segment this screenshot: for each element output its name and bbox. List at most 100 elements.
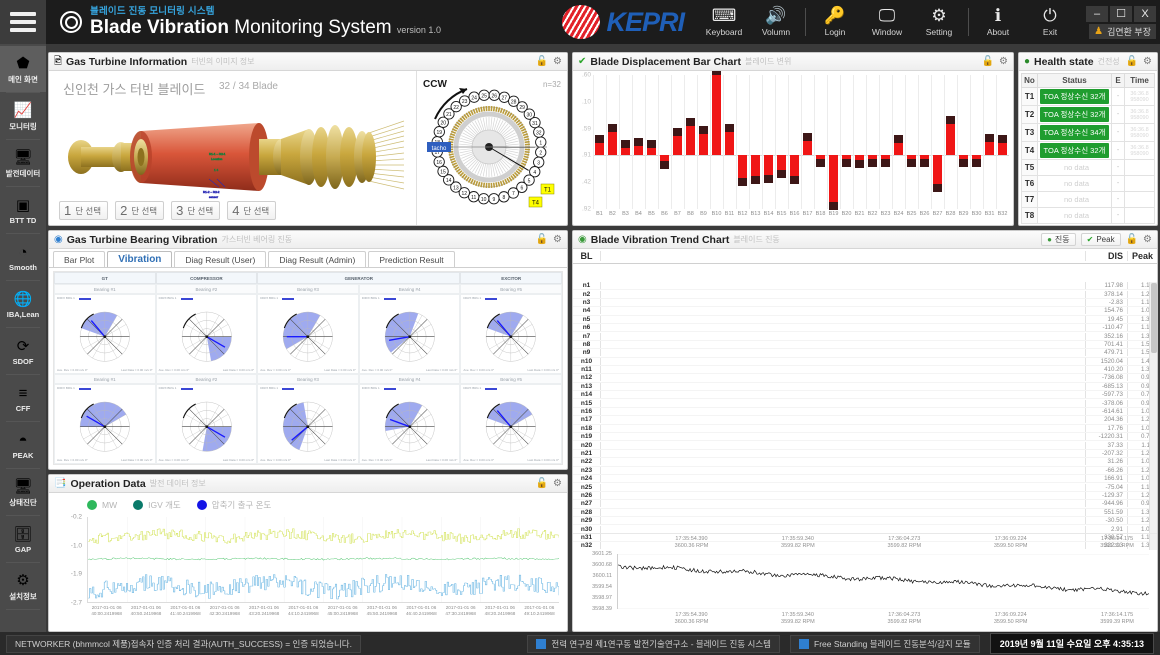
table-row[interactable]: n17 204.36 1.26 xyxy=(573,416,1157,425)
table-row[interactable]: n8 701.41 1.53 xyxy=(573,340,1157,350)
table-row[interactable]: T4 TOA 정상수신 32개 -36:36.8 958090 xyxy=(1021,141,1155,160)
sidebar-item-11[interactable]: 🗄 GAP xyxy=(0,516,46,562)
bar-column[interactable] xyxy=(879,75,892,209)
bar-chart-plot[interactable] xyxy=(593,71,1009,210)
table-row[interactable]: n14 -597.73 0.75 xyxy=(573,391,1157,400)
polar-plot-cell[interactable]: DIR/X BRG 1 Ave. Rev = 0.00 m/s 0° Last Da… xyxy=(257,294,359,374)
toolbar-window[interactable]: 🖵 Window xyxy=(861,7,913,38)
legend-item[interactable]: IGV 개도 xyxy=(133,499,181,511)
bar-column[interactable] xyxy=(788,75,801,209)
sidebar-item-7[interactable]: ⟳ SDOF xyxy=(0,328,46,374)
gear-icon[interactable]: ⚙ xyxy=(999,56,1008,67)
polar-plot-cell[interactable]: DIR/X BRG 1 Ave. Rev = 0.00 m/s 0° Last Da… xyxy=(155,294,258,374)
bar-column[interactable] xyxy=(697,75,710,209)
bar-column[interactable] xyxy=(931,75,944,209)
bar-column[interactable] xyxy=(866,75,879,209)
lock-icon[interactable]: 🔓 xyxy=(536,56,548,67)
table-row[interactable]: n22 31.26 1.04 xyxy=(573,458,1157,467)
bar-column[interactable] xyxy=(840,75,853,209)
tab-diag-result-admin[interactable]: Diag Result (Admin) xyxy=(268,251,367,267)
bar-column[interactable] xyxy=(801,75,814,209)
bar-column[interactable] xyxy=(853,75,866,209)
gear-icon[interactable]: ⚙ xyxy=(1143,56,1152,67)
tab-diag-result-user[interactable]: Diag Result (User) xyxy=(174,251,267,267)
sidebar-item-12[interactable]: ⚙ 설치정보 xyxy=(0,563,46,609)
table-row[interactable]: n13 -685.13 0.95 xyxy=(573,382,1157,392)
sidebar-item-8[interactable]: ≡ CFF xyxy=(0,375,46,421)
bar-column[interactable] xyxy=(892,75,905,209)
stage-4-button[interactable]: 4 단 선택 xyxy=(227,201,277,220)
bar-column[interactable] xyxy=(996,75,1009,209)
trend-scrollbar[interactable] xyxy=(1149,282,1157,550)
vibration-toggle-button[interactable]: ● 진동 xyxy=(1041,233,1076,246)
bar-column[interactable] xyxy=(827,75,840,210)
table-row[interactable]: T2 TOA 정상수신 32개 -36:36.8 958090 xyxy=(1021,105,1155,124)
table-row[interactable]: n26 -129.37 1.26 xyxy=(573,491,1157,501)
table-row[interactable]: n4 154.76 1.09 xyxy=(573,307,1157,316)
close-button[interactable]: X xyxy=(1134,5,1156,22)
table-row[interactable]: n29 -30.50 1.27 xyxy=(573,517,1157,526)
bar-column[interactable] xyxy=(814,75,827,209)
polar-plot-cell[interactable]: DIR/X BRG 1 Ave. Rev = 0.00 m/s 0° Last Da… xyxy=(155,384,258,464)
lock-icon[interactable]: 🔓 xyxy=(536,478,548,489)
table-row[interactable]: n23 -66.26 1.22 xyxy=(573,466,1157,475)
table-row[interactable]: n5 19.45 1.30 xyxy=(573,315,1157,324)
table-row[interactable]: T8 no data - xyxy=(1021,207,1155,224)
toolbar-volume[interactable]: 🔊 Volumn xyxy=(750,7,802,38)
bar-column[interactable] xyxy=(723,75,736,209)
bar-column[interactable] xyxy=(918,75,931,209)
menu-hamburger-icon[interactable] xyxy=(0,0,46,44)
sidebar-item-2[interactable]: 📈 모니터링 xyxy=(0,93,46,139)
table-row[interactable]: n18 17.76 1.09 xyxy=(573,424,1157,434)
toolbar-keyboard[interactable]: ⌨ Keyboard xyxy=(698,7,750,38)
polar-plot-cell[interactable]: DIR/X BRG 1 Ave. Rev = 0.00 m/s 0° Last Da… xyxy=(54,384,156,464)
sidebar-item-9[interactable]: ◓ PEAK xyxy=(0,422,46,468)
table-row[interactable]: T3 TOA 정상수신 34개 -36:36.8 958090 xyxy=(1021,123,1155,142)
bar-column[interactable] xyxy=(671,75,684,209)
bar-column[interactable] xyxy=(736,75,749,209)
bar-column[interactable] xyxy=(762,75,775,209)
table-row[interactable]: T5 no data - xyxy=(1021,159,1155,176)
toolbar-login[interactable]: 🔑 Login xyxy=(809,7,861,38)
tab-vibration[interactable]: Vibration xyxy=(107,251,173,267)
bar-column[interactable] xyxy=(645,75,658,209)
polar-plot-cell[interactable]: DIR/X BRG 1 Ave. Rev = 0.00 m/s 0° Last Da… xyxy=(460,384,562,464)
bar-column[interactable] xyxy=(593,75,606,209)
lock-icon[interactable]: 🔓 xyxy=(982,56,994,67)
table-row[interactable]: n21 -207.32 1.28 xyxy=(573,450,1157,459)
gear-icon[interactable]: ⚙ xyxy=(553,56,562,67)
tab-bar-plot[interactable]: Bar Plot xyxy=(53,251,106,267)
bar-column[interactable] xyxy=(775,75,788,209)
toolbar-about[interactable]: ℹ About xyxy=(972,7,1024,38)
bar-column[interactable] xyxy=(970,75,983,209)
bar-column[interactable] xyxy=(632,75,645,209)
toolbar-exit[interactable]: ⏻ Exit xyxy=(1024,7,1076,38)
table-row[interactable]: n12 -736.08 0.90 xyxy=(573,374,1157,383)
bar-column[interactable] xyxy=(619,75,632,209)
tab-prediction-result[interactable]: Prediction Result xyxy=(368,251,455,267)
table-row[interactable]: n9 479.71 1.58 xyxy=(573,349,1157,358)
legend-item[interactable]: 압축기 출구 온도 xyxy=(196,499,271,511)
blade-wheel-diagram[interactable]: 1234567891011121314151617181920212223242… xyxy=(417,73,567,223)
table-row[interactable]: n20 37.33 1.11 xyxy=(573,441,1157,450)
table-row[interactable]: n6 -110.47 1.10 xyxy=(573,324,1157,333)
scrollbar-thumb[interactable] xyxy=(1151,283,1157,353)
lock-icon[interactable]: 🔓 xyxy=(536,234,548,245)
table-row[interactable]: n27 -944.96 0.93 xyxy=(573,500,1157,509)
bar-column[interactable] xyxy=(749,75,762,209)
stage-1-button[interactable]: 1 단 선택 xyxy=(59,201,109,220)
table-row[interactable]: n2 378.14 1.24 xyxy=(573,290,1157,299)
table-row[interactable]: n19 -1220.31 0.77 xyxy=(573,433,1157,442)
table-row[interactable]: n16 -614.61 1.00 xyxy=(573,408,1157,417)
polar-plot-cell[interactable]: DIR/X BRG 1 Ave. Rev = 0.00 m/s 0° Last Da… xyxy=(358,294,461,374)
polar-plot-cell[interactable]: DIR/X BRG 1 Ave. Rev = 0.00 m/s 0° Last Da… xyxy=(460,294,562,374)
polar-plot-cell[interactable]: DIR/X BRG 1 Ave. Rev = 0.00 m/s 0° Last Da… xyxy=(358,384,461,464)
table-row[interactable]: T7 no data - xyxy=(1021,191,1155,208)
table-row[interactable]: n10 1520.04 1.42 xyxy=(573,357,1157,366)
polar-plot-cell[interactable]: DIR/X BRG 1 Ave. Rev = 0.00 m/s 0° Last Da… xyxy=(257,384,359,464)
bar-column[interactable] xyxy=(684,75,697,209)
table-row[interactable]: n7 352.16 1.34 xyxy=(573,332,1157,341)
table-row[interactable]: n15 -378.06 0.93 xyxy=(573,399,1157,408)
toolbar-setting[interactable]: ⚙ Setting xyxy=(913,7,965,38)
table-row[interactable]: T1 TOA 정상수신 32개 -36:36.8 958090 xyxy=(1021,87,1155,106)
